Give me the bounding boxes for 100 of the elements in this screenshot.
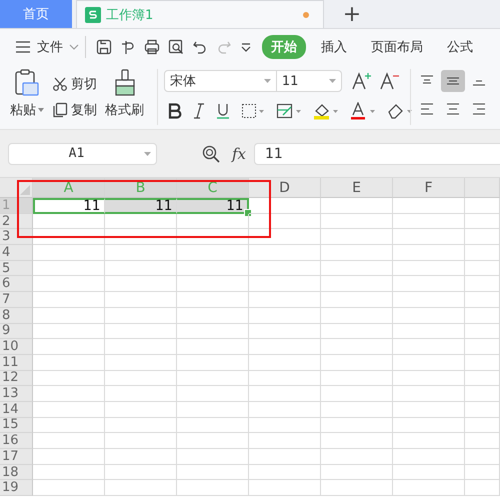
row-header[interactable]: 9 xyxy=(0,324,33,340)
ribbon-tab[interactable]: 插入 xyxy=(312,35,356,59)
table-cell xyxy=(33,386,105,402)
workbook-tab[interactable]: 工作簿1 xyxy=(76,0,324,28)
table-cell xyxy=(177,386,249,402)
row-header[interactable]: 5 xyxy=(0,260,33,276)
table-cell xyxy=(321,260,393,276)
copy-button[interactable]: 复制 xyxy=(52,101,97,119)
row-header[interactable]: 18 xyxy=(0,464,33,480)
table-cell xyxy=(105,386,177,402)
table-cell xyxy=(33,229,105,246)
column-header[interactable]: F xyxy=(393,178,465,198)
table-cell xyxy=(321,370,393,386)
table-cell xyxy=(33,324,105,340)
table-cell xyxy=(465,418,500,434)
format-painter-button[interactable]: 格式刷 xyxy=(105,101,144,119)
row-header[interactable]: 7 xyxy=(0,292,33,308)
ribbon-tab[interactable]: 页面布局 xyxy=(362,35,432,59)
row-header[interactable]: 15 xyxy=(0,418,33,434)
fill-handle[interactable] xyxy=(244,208,252,217)
row-header[interactable]: 10 xyxy=(0,339,33,355)
table-cell xyxy=(465,245,500,261)
formula-input[interactable]: 11 xyxy=(254,142,500,164)
paste-button[interactable]: 粘贴 xyxy=(10,101,44,119)
row-header[interactable]: 13 xyxy=(0,386,33,402)
table-cell xyxy=(393,339,465,355)
table-cell xyxy=(33,402,105,418)
row-header[interactable]: 17 xyxy=(0,449,33,465)
table-cell xyxy=(105,402,177,418)
table-cell xyxy=(321,308,393,324)
table-cell xyxy=(249,386,321,402)
chevron-down-icon[interactable] xyxy=(69,44,79,50)
table-cell xyxy=(465,324,500,340)
clipboard-icon[interactable] xyxy=(14,69,40,97)
file-menu[interactable]: 文件 xyxy=(33,36,67,58)
table-cell xyxy=(249,370,321,386)
scissors-icon[interactable] xyxy=(52,76,68,92)
search-icon[interactable] xyxy=(202,144,220,162)
row-header[interactable]: 8 xyxy=(0,308,33,324)
row-header[interactable]: 16 xyxy=(0,433,33,449)
column-header[interactable]: E xyxy=(321,178,393,198)
font-size-select[interactable]: 11 xyxy=(276,70,342,92)
table-cell xyxy=(249,324,321,340)
tab-label: 工作簿1 xyxy=(106,6,154,24)
table-cell xyxy=(465,339,500,355)
table-cell xyxy=(105,480,177,496)
table-cell xyxy=(177,370,249,386)
column-header[interactable]: D xyxy=(249,178,321,198)
table-cell xyxy=(321,480,393,496)
table-cell xyxy=(33,464,105,480)
table-cell xyxy=(33,308,105,324)
row-header[interactable]: 3 xyxy=(0,229,33,246)
table-cell xyxy=(177,229,249,246)
table-cell xyxy=(465,214,500,230)
table-cell xyxy=(105,339,177,355)
table-cell xyxy=(321,229,393,246)
table-cell xyxy=(177,480,249,496)
row-header[interactable]: 12 xyxy=(0,370,33,386)
copy-icon[interactable] xyxy=(52,102,68,118)
menu-icon[interactable] xyxy=(15,41,31,53)
ribbon-tab[interactable]: 公式 xyxy=(438,35,482,59)
row-header[interactable]: 4 xyxy=(0,245,33,261)
table-cell xyxy=(249,402,321,418)
ribbon-tab[interactable]: 开始 xyxy=(262,35,306,59)
home-tab[interactable]: 首页 xyxy=(0,0,72,28)
table-cell xyxy=(393,402,465,418)
table-cell xyxy=(33,245,105,261)
table-cell xyxy=(465,292,500,308)
row-header[interactable]: 6 xyxy=(0,276,33,292)
row-header[interactable]: 14 xyxy=(0,402,33,418)
table-cell xyxy=(321,245,393,261)
new-tab-button[interactable]: + xyxy=(324,0,380,28)
table-cell xyxy=(105,229,177,246)
row-header[interactable]: 19 xyxy=(0,480,33,496)
table-cell xyxy=(393,308,465,324)
table-cell xyxy=(249,292,321,308)
table-cell xyxy=(177,464,249,480)
table-cell xyxy=(249,418,321,434)
paint-brush-icon[interactable] xyxy=(112,69,136,97)
table-cell xyxy=(105,464,177,480)
table-cell xyxy=(393,418,465,434)
table-cell xyxy=(465,354,500,371)
table-cell xyxy=(465,480,500,496)
table-cell: 11 xyxy=(177,198,249,214)
table-cell xyxy=(321,276,393,292)
insert-function-button[interactable]: fx xyxy=(228,144,250,162)
table-cell xyxy=(33,449,105,465)
table-cell xyxy=(249,229,321,246)
table-cell xyxy=(105,214,177,230)
table-cell xyxy=(321,386,393,402)
table-cell xyxy=(33,354,105,371)
name-box[interactable]: A1 xyxy=(8,142,157,164)
font-select[interactable]: 宋体 xyxy=(164,70,277,92)
align-middle-icon[interactable] xyxy=(441,70,465,92)
table-cell xyxy=(33,292,105,308)
cut-button[interactable]: 剪切 xyxy=(52,75,97,93)
caret-icon[interactable] xyxy=(38,108,44,112)
row-header[interactable]: 11 xyxy=(0,354,33,371)
table-cell xyxy=(33,276,105,292)
table-cell xyxy=(105,449,177,465)
